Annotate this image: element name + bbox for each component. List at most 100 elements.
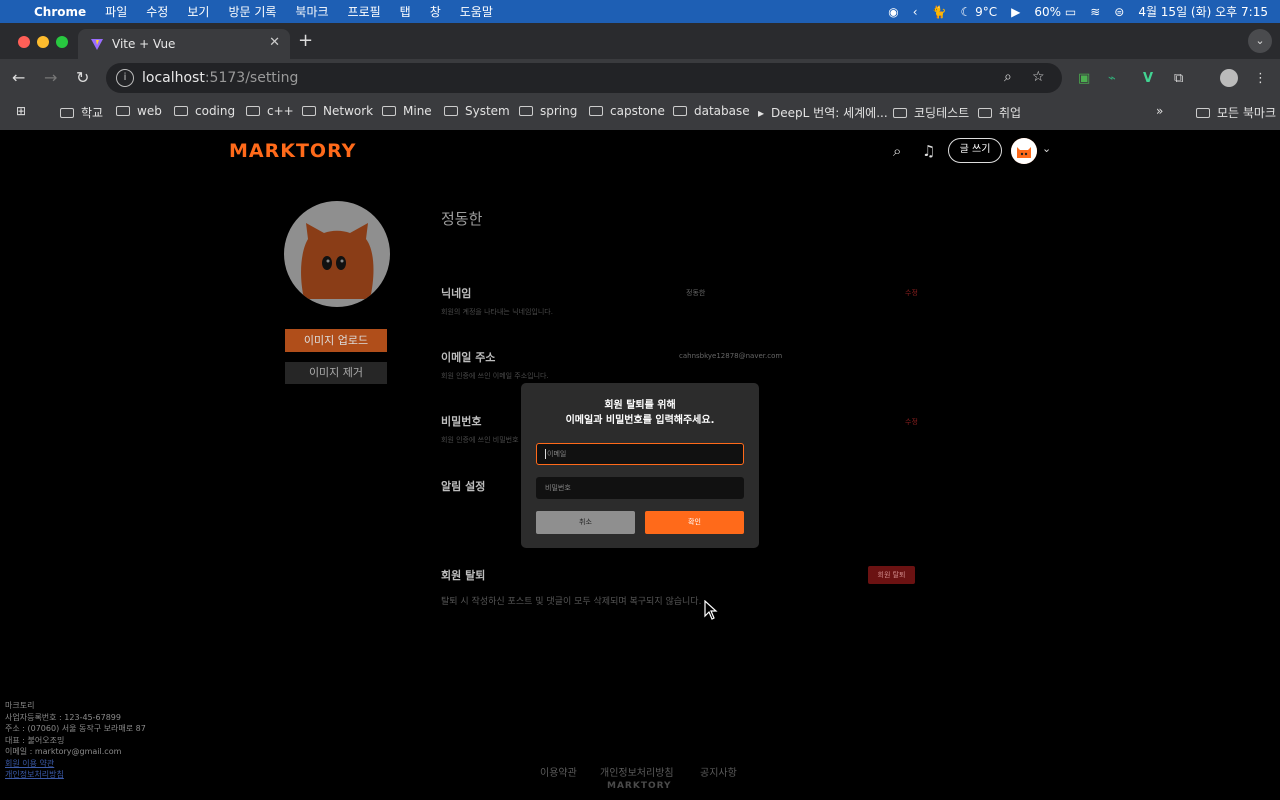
- folder-icon: [246, 106, 260, 116]
- folder-icon: [382, 106, 396, 116]
- notification-label: 알림 설정: [441, 480, 486, 493]
- tab-strip: Vite + Vue ✕ + ⌄: [0, 23, 1280, 59]
- folder-icon: [1196, 107, 1210, 118]
- tab-search-icon[interactable]: ⌄: [1248, 29, 1272, 53]
- bookmark-label: spring: [540, 104, 578, 118]
- chevron-left-icon[interactable]: ‹: [913, 5, 918, 19]
- menubar-item-tab[interactable]: 탭: [400, 3, 411, 20]
- menubar-item-history[interactable]: 방문 기록: [228, 3, 276, 20]
- apps-grid-icon[interactable]: ⊞: [16, 104, 26, 118]
- bookmark-folder[interactable]: spring: [519, 104, 577, 118]
- modal-title-line2: 이메일과 비밀번호를 입력해주세요.: [565, 415, 715, 426]
- password-edit-link[interactable]: 수정: [905, 417, 918, 427]
- profile-name: 정동한: [441, 210, 483, 228]
- bookmark-folder[interactable]: coding: [174, 104, 235, 118]
- bookmarks-overflow-icon[interactable]: »: [1156, 104, 1163, 118]
- record-icon[interactable]: ◉: [888, 5, 898, 19]
- tab-close-icon[interactable]: ✕: [269, 35, 280, 50]
- modal-password-input[interactable]: 비밀번호: [536, 477, 744, 499]
- bookmark-folder[interactable]: 취업: [978, 104, 1021, 121]
- modal-email-input[interactable]: 이메일: [536, 443, 744, 465]
- site-info-icon[interactable]: i: [116, 69, 134, 87]
- profile-avatar-icon[interactable]: [1220, 69, 1238, 87]
- back-icon[interactable]: ←: [12, 68, 25, 87]
- bookmark-folder[interactable]: web: [116, 104, 162, 118]
- browser-toolbar: ← → ↻ i localhost:5173/setting ⌕ ☆ ▣ ⌁ V…: [0, 59, 1280, 97]
- bookmark-label: 취업: [999, 106, 1022, 120]
- nickname-desc: 회원의 계정을 나타내는 닉네임입니다.: [441, 308, 553, 316]
- close-window-button[interactable]: [18, 36, 30, 48]
- bookmark-folder[interactable]: Network: [302, 104, 373, 118]
- weather-text: 9°C: [975, 4, 998, 19]
- bookmark-label: System: [465, 104, 510, 118]
- zoom-window-button[interactable]: [56, 36, 68, 48]
- upload-image-button[interactable]: 이미지 업로드: [285, 329, 387, 352]
- menubar-item-file[interactable]: 파일: [105, 3, 127, 20]
- extension-icon[interactable]: ⌁: [1108, 71, 1116, 86]
- bookmark-star-icon[interactable]: ☆: [1032, 69, 1045, 85]
- menubar-item-window[interactable]: 창: [430, 3, 441, 20]
- bookmark-folder[interactable]: 학교: [60, 104, 103, 121]
- folder-icon: [444, 106, 458, 116]
- cat-profile-icon: [301, 223, 374, 299]
- bookmark-folder[interactable]: database: [673, 104, 750, 118]
- browser-tab-active[interactable]: Vite + Vue ✕: [78, 29, 290, 59]
- menubar-item-help[interactable]: 도움말: [460, 3, 493, 20]
- modal-cancel-button[interactable]: 취소: [536, 511, 635, 534]
- wifi-icon[interactable]: ≋: [1090, 5, 1100, 19]
- address-bar[interactable]: i localhost:5173/setting ⌕ ☆: [106, 63, 1062, 93]
- vue-devtools-icon[interactable]: V: [1143, 71, 1153, 86]
- new-tab-icon[interactable]: +: [298, 30, 313, 51]
- tab-title: Vite + Vue: [112, 37, 176, 51]
- folder-icon: [893, 107, 907, 118]
- text-caret: [545, 449, 546, 459]
- folder-icon: [519, 106, 533, 116]
- browser-chrome: Vite + Vue ✕ + ⌄ ← → ↻ i localhost:5173/…: [0, 23, 1280, 130]
- mouse-cursor-icon: [704, 600, 718, 620]
- footer-biz-no: 사업자등록번호 : 123-45-67899: [5, 712, 121, 722]
- play-icon[interactable]: ▶: [1011, 5, 1020, 19]
- modal-title-line1: 회원 탈퇴를 위해: [604, 400, 676, 411]
- footer-company: 마크토리: [5, 701, 35, 710]
- nickname-edit-link[interactable]: 수정: [905, 288, 918, 298]
- bookmark-label: 코딩테스트: [914, 106, 970, 120]
- minimize-window-button[interactable]: [37, 36, 49, 48]
- folder-icon: [673, 106, 687, 116]
- folder-icon: [302, 106, 316, 116]
- bookmark-label: c++: [267, 104, 294, 118]
- reload-icon[interactable]: ↻: [76, 68, 89, 87]
- url-path: :5173/setting: [204, 70, 299, 86]
- bookmark-deepl[interactable]: ▸ DeepL 번역: 세계에...: [758, 104, 888, 121]
- remove-image-button[interactable]: 이미지 제거: [285, 362, 387, 384]
- forward-icon[interactable]: →: [44, 68, 57, 87]
- bookmark-folder[interactable]: capstone: [589, 104, 665, 118]
- email-label: 이메일 주소: [441, 351, 496, 364]
- cat-icon[interactable]: 🐈: [932, 5, 947, 19]
- footer-terms-link[interactable]: 회원 이용 약관: [5, 758, 146, 770]
- zoom-icon[interactable]: ⌕: [1004, 69, 1012, 85]
- footer-nav-notice[interactable]: 공지사항: [700, 764, 737, 779]
- menubar-item-bookmarks[interactable]: 북마크: [295, 3, 328, 20]
- bookmark-folder[interactable]: System: [444, 104, 510, 118]
- menubar-item-profile[interactable]: 프로필: [348, 3, 381, 20]
- withdraw-button[interactable]: 회원 탈퇴: [868, 566, 915, 584]
- bookmark-folder[interactable]: Mine: [382, 104, 432, 118]
- bookmark-folder[interactable]: 코딩테스트: [893, 104, 969, 121]
- extension-icon[interactable]: ▣: [1078, 71, 1090, 86]
- more-menu-icon[interactable]: ⋮: [1254, 71, 1267, 86]
- footer-nav-privacy[interactable]: 개인정보처리방침: [600, 764, 674, 779]
- menubar-app-name[interactable]: Chrome: [34, 5, 86, 19]
- weather-icon[interactable]: ☾ 9°C: [961, 5, 998, 19]
- menubar-item-view[interactable]: 보기: [187, 3, 209, 20]
- control-center-icon[interactable]: ⊜: [1114, 5, 1124, 19]
- extensions-puzzle-icon[interactable]: ⧉: [1174, 71, 1183, 86]
- bookmark-folder[interactable]: c++: [246, 104, 294, 118]
- modal-confirm-button[interactable]: 확인: [645, 511, 744, 534]
- battery-indicator[interactable]: 60% ▭: [1034, 5, 1076, 19]
- footer-privacy-link[interactable]: 개인정보처리방침: [5, 769, 146, 781]
- withdraw-label: 회원 탈퇴: [441, 569, 486, 582]
- footer-nav-terms[interactable]: 이용약관: [540, 764, 577, 779]
- all-bookmarks-folder[interactable]: 모든 북마크: [1196, 104, 1276, 121]
- menubar-datetime[interactable]: 4월 15일 (화) 오후 7:15: [1138, 3, 1268, 20]
- menubar-item-edit[interactable]: 수정: [146, 3, 168, 20]
